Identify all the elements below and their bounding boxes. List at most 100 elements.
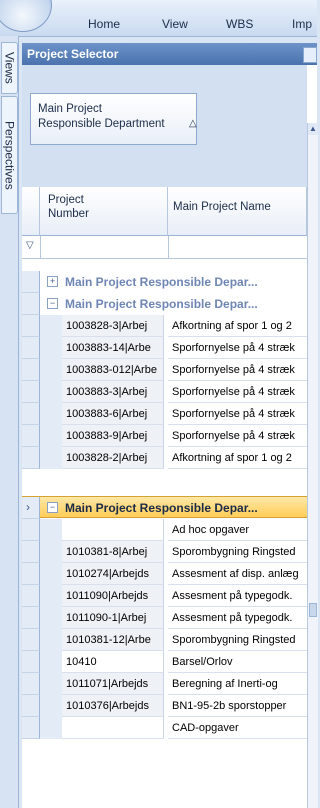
project-name-cell[interactable]: Ad hoc opgaver <box>168 519 307 541</box>
row-indent <box>40 359 62 381</box>
menu-import[interactable]: Imp <box>292 17 312 31</box>
collapse-icon[interactable]: − <box>47 298 58 309</box>
project-name-cell[interactable]: Beregning af Inerti-og <box>168 673 307 695</box>
project-name-cell[interactable]: CAD-opgaver <box>168 717 307 739</box>
row-selector[interactable] <box>22 381 40 403</box>
table-row[interactable]: 1010381-8|Arbej Sporombygning Ringsted <box>22 541 307 563</box>
group-row[interactable]: − Main Project Responsible Depar... <box>22 293 307 315</box>
project-name-cell[interactable]: Assesment på typegodk. <box>168 585 307 607</box>
menu-view[interactable]: View <box>162 17 188 31</box>
table-row[interactable]: 1003828-3|Arbej Afkortning af spor 1 og … <box>22 315 307 337</box>
table-row[interactable]: 1003828-2|Arbej Afkortning af spor 1 og … <box>22 447 307 469</box>
project-number-cell[interactable]: 1003883-3|Arbej <box>62 381 164 403</box>
project-number-cell[interactable] <box>62 717 164 739</box>
column-header-project-name[interactable]: Main Project Name <box>168 187 307 236</box>
group-by-chip[interactable]: Main Project Responsible Department △ <box>30 93 197 145</box>
table-row[interactable]: 1003883-012|Arbe Sporfornyelse på 4 stræ… <box>22 359 307 381</box>
menu-wbs[interactable]: WBS <box>226 17 253 31</box>
table-row[interactable]: 1003883-14|Arbe Sporfornyelse på 4 stræk <box>22 337 307 359</box>
project-number-cell[interactable]: 1010376|Arbejds <box>62 695 164 717</box>
project-number-cell[interactable]: 1011090|Arbejds <box>62 585 164 607</box>
vertical-scrollbar[interactable]: ▲ <box>307 123 318 808</box>
project-name-cell[interactable]: Sporombygning Ringsted <box>168 541 307 563</box>
group-row-selected[interactable]: › − Main Project Responsible Depar... <box>22 496 307 519</box>
side-tab-strip: Views Perspectives <box>0 36 19 808</box>
pin-icon[interactable] <box>303 47 317 63</box>
project-name-cell[interactable]: Assesment på typegodk. <box>168 607 307 629</box>
table-row[interactable]: 1011090|Arbejds Assesment på typegodk. <box>22 585 307 607</box>
row-selector[interactable] <box>22 629 40 651</box>
table-row[interactable]: 1003883-9|Arbej Sporfornyelse på 4 stræk <box>22 425 307 447</box>
collapse-icon[interactable]: − <box>47 502 58 513</box>
expand-icon[interactable]: + <box>47 276 58 287</box>
project-name-cell[interactable]: Afkortning af spor 1 og 2 <box>168 447 307 469</box>
filter-icon[interactable]: ▽ <box>26 240 34 251</box>
project-name-cell[interactable]: Sporfornyelse på 4 stræk <box>168 359 307 381</box>
project-name-cell[interactable]: Assesment af disp. anlæg <box>168 563 307 585</box>
row-selector[interactable] <box>22 315 40 337</box>
table-row[interactable]: 1010376|Arbejds BN1-95-2b sporstopper <box>22 695 307 717</box>
project-name-cell[interactable]: Afkortning af spor 1 og 2 <box>168 315 307 337</box>
project-name-cell[interactable]: Sporfornyelse på 4 stræk <box>168 381 307 403</box>
group-row[interactable]: + Main Project Responsible Depar... <box>22 271 307 293</box>
menu-home[interactable]: Home <box>88 17 120 31</box>
table-row[interactable]: 1010381-12|Arbe Sporombygning Ringsted <box>22 629 307 651</box>
application-menu-button[interactable] <box>0 0 52 32</box>
row-selector[interactable] <box>22 651 40 673</box>
scroll-thumb[interactable] <box>309 603 317 617</box>
project-number-cell[interactable]: 1003883-14|Arbe <box>62 337 164 359</box>
project-name-cell[interactable]: Barsel/Orlov <box>168 651 307 673</box>
project-name-cell[interactable]: BN1-95-2b sporstopper <box>168 695 307 717</box>
row-selector[interactable] <box>22 541 40 563</box>
filter-row[interactable]: ▽ <box>22 236 307 259</box>
tab-views[interactable]: Views <box>1 42 18 94</box>
table-row[interactable]: 1010274|Arbejds Assesment af disp. anlæg <box>22 563 307 585</box>
row-selector[interactable] <box>22 337 40 359</box>
project-name-cell[interactable]: Sporfornyelse på 4 stræk <box>168 337 307 359</box>
row-selector[interactable] <box>22 695 40 717</box>
scroll-up-icon[interactable]: ▲ <box>308 123 318 135</box>
row-selector[interactable] <box>22 673 40 695</box>
group-by-area: Main Project Responsible Department △ <box>22 65 307 188</box>
row-selector[interactable] <box>22 359 40 381</box>
row-selector-current[interactable]: › <box>22 497 40 519</box>
project-number-cell[interactable]: 1011090-1|Arbej <box>62 607 164 629</box>
project-number-cell[interactable]: 1010381-8|Arbej <box>62 541 164 563</box>
project-number-cell[interactable]: 1003883-6|Arbej <box>62 403 164 425</box>
row-selector[interactable] <box>22 403 40 425</box>
row-selector[interactable] <box>22 519 40 541</box>
project-number-cell[interactable]: 1010274|Arbejds <box>62 563 164 585</box>
project-name-cell[interactable]: Sporfornyelse på 4 stræk <box>168 403 307 425</box>
row-selector[interactable] <box>22 607 40 629</box>
project-name-cell[interactable]: Sporfornyelse på 4 stræk <box>168 425 307 447</box>
project-number-cell[interactable]: 1003883-9|Arbej <box>62 425 164 447</box>
project-number-cell[interactable]: 1003883-012|Arbe <box>62 359 164 381</box>
column-header-project-number[interactable]: Project Number <box>40 187 168 236</box>
table-row[interactable]: 1003883-3|Arbej Sporfornyelse på 4 stræk <box>22 381 307 403</box>
project-name-cell[interactable]: Sporombygning Ringsted <box>168 629 307 651</box>
row-selector[interactable] <box>22 585 40 607</box>
row-selector[interactable] <box>22 563 40 585</box>
row-selector[interactable] <box>22 717 40 739</box>
project-number-cell[interactable]: 1010381-12|Arbe <box>62 629 164 651</box>
row-selector[interactable] <box>22 271 40 293</box>
project-number-cell[interactable]: 10410 <box>62 651 164 673</box>
table-row[interactable]: Ad hoc opgaver <box>22 519 307 541</box>
project-number-cell[interactable]: 1003828-2|Arbej <box>62 447 164 469</box>
row-selector[interactable] <box>22 293 40 315</box>
row-selector[interactable] <box>22 425 40 447</box>
group-by-line2: Responsible Department <box>38 118 165 130</box>
sort-ascending-icon[interactable]: △ <box>189 118 197 129</box>
table-row[interactable]: 1011090-1|Arbej Assesment på typegodk. <box>22 607 307 629</box>
tab-perspectives[interactable]: Perspectives <box>1 96 18 214</box>
row-selector[interactable] <box>22 447 40 469</box>
table-row[interactable]: 1011071|Arbejds Beregning af Inerti-og <box>22 673 307 695</box>
current-row-arrow-icon: › <box>26 500 30 514</box>
table-row[interactable]: CAD-opgaver <box>22 717 307 739</box>
project-number-cell[interactable]: 1003828-3|Arbej <box>62 315 164 337</box>
table-row[interactable]: 10410 Barsel/Orlov <box>22 651 307 673</box>
row-indent <box>40 447 62 469</box>
project-number-cell[interactable] <box>62 519 164 541</box>
table-row[interactable]: 1003883-6|Arbej Sporfornyelse på 4 stræk <box>22 403 307 425</box>
project-number-cell[interactable]: 1011071|Arbejds <box>62 673 164 695</box>
